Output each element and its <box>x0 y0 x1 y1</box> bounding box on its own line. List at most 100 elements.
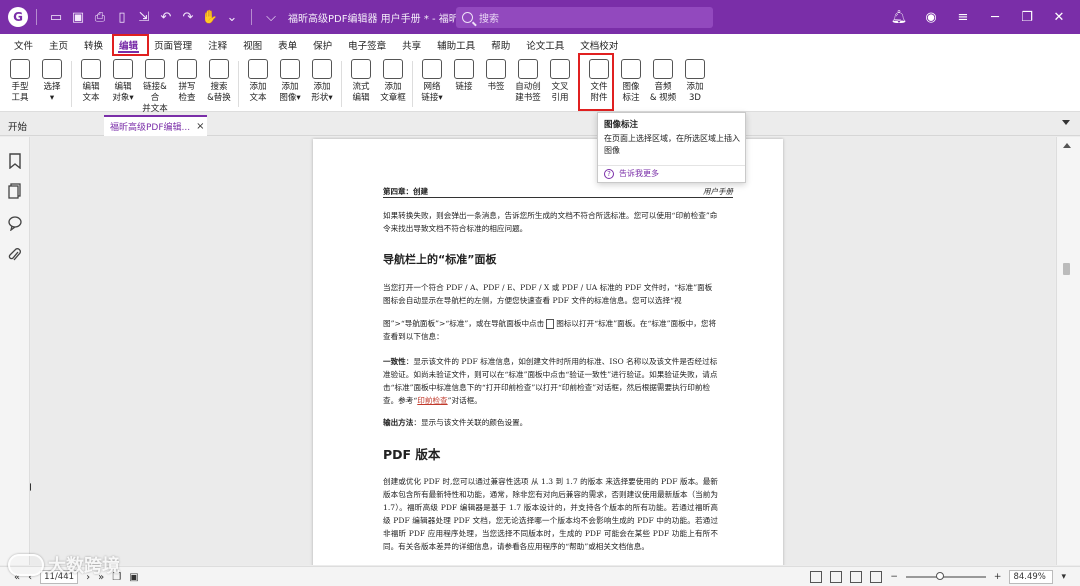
search-replace-icon <box>209 59 229 79</box>
ribbon-button-5[interactable]: 拼写 检查 <box>172 56 202 104</box>
ribbon-button-16[interactable]: 文叉 引用 <box>545 56 575 104</box>
tab-document-label: 福昕高级PDF编辑... <box>110 123 191 133</box>
ribbon-divider <box>341 61 342 107</box>
ribbon-label: 添加 图像▾ <box>279 82 301 103</box>
edit-object-icon <box>113 59 133 79</box>
vertical-scrollbar[interactable] <box>1056 137 1080 565</box>
image-annotation-highlight <box>578 53 614 111</box>
fit-page-icon[interactable]: ▣ <box>129 572 138 583</box>
page-header-chapter: 第四章：创建 <box>383 187 428 196</box>
tab-8[interactable]: 保护 <box>305 34 340 56</box>
close-icon[interactable]: ✕ <box>1048 6 1070 28</box>
ribbon-button-18[interactable]: 图像 标注 <box>616 56 646 104</box>
hand-tool-icon[interactable]: ✋ <box>199 6 221 28</box>
tell-me-more-link[interactable]: ? 告诉我更多 <box>604 168 659 179</box>
ribbon-button-1[interactable]: 选择 ▾ <box>37 56 67 104</box>
close-tab-icon[interactable]: × <box>196 121 204 132</box>
conformance-text-b: ”对话框。 <box>447 396 482 405</box>
ribbon-label: 添加 文本 <box>249 82 267 103</box>
redo-icon[interactable]: ↷ <box>177 6 199 28</box>
tab-6[interactable]: 视图 <box>235 34 270 56</box>
scrollbar-thumb[interactable] <box>1063 263 1070 275</box>
ribbon-button-0[interactable]: 手型 工具 <box>5 56 35 104</box>
continuous-view-icon[interactable] <box>830 571 843 583</box>
tooltip-divider <box>598 165 745 166</box>
zoom-in-icon[interactable]: + <box>994 572 1002 582</box>
ribbon-button-12[interactable]: 网络 链接▾ <box>417 56 447 104</box>
add-3d-icon <box>685 59 705 79</box>
tab-document[interactable]: 福昕高级PDF编辑... × <box>104 115 207 136</box>
tab-0[interactable]: 文件 <box>6 34 41 56</box>
output-intent-text: ：显示与该文件关联的颜色设置。 <box>413 418 528 427</box>
tab-13[interactable]: 论文工具 <box>518 34 572 56</box>
facing-view-icon[interactable] <box>850 571 863 583</box>
ribbon-button-8[interactable]: 添加 图像▾ <box>275 56 305 104</box>
tab-9[interactable]: 电子签章 <box>340 34 394 56</box>
zoom-field[interactable]: 84.49% <box>1009 570 1054 584</box>
zoom-slider-knob[interactable] <box>935 572 944 580</box>
tab-1[interactable]: 主页 <box>41 34 76 56</box>
export-icon[interactable]: ⇲ <box>133 6 155 28</box>
menu-icon[interactable]: ≡ <box>952 6 974 28</box>
tell-me-more-label: 告诉我更多 <box>619 169 659 178</box>
zoom-out-icon[interactable]: − <box>890 572 898 582</box>
account-icon[interactable]: ◉ <box>920 6 942 28</box>
ribbon-button-3[interactable]: 编辑 对象▾ <box>108 56 138 104</box>
ribbon-label: 书签 <box>487 82 505 92</box>
ribbon-button-2[interactable]: 编辑 文本 <box>76 56 106 104</box>
edit-text-icon <box>81 59 101 79</box>
tab-7[interactable]: 表单 <box>270 34 305 56</box>
preflight-link[interactable]: 印前检查 <box>417 396 447 405</box>
ribbon-button-13[interactable]: 链接 <box>449 56 479 93</box>
tab-11[interactable]: 辅助工具 <box>429 34 483 56</box>
zoom-slider[interactable] <box>905 572 986 580</box>
link-icon <box>454 59 474 79</box>
ribbon-button-15[interactable]: 自动创 建书签 <box>513 56 543 104</box>
document-viewport[interactable]: 第四章：创建 用户手册 如果转换失败，则会弹出一条消息，告诉您所生成的文档不符合… <box>31 137 1055 565</box>
quick-access-dropdown-icon[interactable]: ⌵ <box>260 6 282 28</box>
save-icon[interactable]: ▣ <box>67 6 89 28</box>
ribbon-button-11[interactable]: 添加 文章框 <box>378 56 408 104</box>
undo-icon[interactable]: ↶ <box>155 6 177 28</box>
paragraph-output-intent: 输出方法：显示与该文件关联的颜色设置。 <box>383 416 718 429</box>
ribbon-button-19[interactable]: 音频 & 视频 <box>648 56 678 104</box>
open-folder-icon[interactable]: ▭ <box>45 6 67 28</box>
ribbon-button-6[interactable]: 搜索 &替换 <box>204 56 234 104</box>
ribbon-button-10[interactable]: 流式 编辑 <box>346 56 376 104</box>
new-document-icon[interactable]: ▯ <box>111 6 133 28</box>
scroll-menu-icon[interactable] <box>1063 143 1071 148</box>
comments-panel-icon[interactable] <box>8 215 22 231</box>
restore-icon[interactable]: ❐ <box>1016 6 1038 28</box>
flow-edit-icon <box>351 59 371 79</box>
tab-home[interactable]: 开始 <box>0 115 102 136</box>
paragraph-conversion: 如果转换失败，则会弹出一条消息，告诉您所生成的文档不符合所选标准。您可以使用“印… <box>383 211 718 233</box>
minimize-icon[interactable]: ─ <box>984 6 1006 28</box>
customize-icon[interactable]: ⌄ <box>221 6 243 28</box>
tab-5[interactable]: 注释 <box>200 34 235 56</box>
zoom-dropdown-icon[interactable]: ▾ <box>1061 572 1066 582</box>
bookmark-panel-icon[interactable] <box>8 153 22 169</box>
single-page-view-icon[interactable] <box>810 571 823 583</box>
tab-12[interactable]: 帮助 <box>483 34 518 56</box>
continuous-facing-view-icon[interactable] <box>870 571 883 583</box>
search-box[interactable]: 搜索 <box>456 7 713 28</box>
pdf-page[interactable]: 第四章：创建 用户手册 如果转换失败，则会弹出一条消息，告诉您所生成的文档不符合… <box>313 139 783 565</box>
attachments-panel-icon[interactable] <box>8 247 22 263</box>
ribbon-button-14[interactable]: 书签 <box>481 56 511 93</box>
ribbon-label: 添加 3D <box>686 82 704 103</box>
heading-standard-panel: 导航栏上的“标准”面板 <box>383 253 497 266</box>
title-divider-2 <box>251 9 252 25</box>
tab-list-dropdown-icon[interactable] <box>1062 120 1070 125</box>
ribbon-button-4[interactable]: 链接&合 并文本 <box>140 56 170 115</box>
paragraph-pdf-version: 创建或优化 PDF 时,您可以通过兼容性选项 从 1.3 到 1.7 的版本 来… <box>383 477 718 551</box>
ribbon-button-20[interactable]: 添加 3D <box>680 56 710 104</box>
bell-icon[interactable]: 🔔︎ <box>888 6 910 28</box>
tab-4[interactable]: 页面管理 <box>146 34 200 56</box>
tab-10[interactable]: 共享 <box>394 34 429 56</box>
print-icon[interactable]: ⎙ <box>89 6 111 28</box>
ribbon-button-7[interactable]: 添加 文本 <box>243 56 273 104</box>
article-box-icon <box>383 59 403 79</box>
tab-2[interactable]: 转换 <box>76 34 111 56</box>
ribbon-button-9[interactable]: 添加 形状▾ <box>307 56 337 104</box>
pages-panel-icon[interactable] <box>8 183 22 199</box>
